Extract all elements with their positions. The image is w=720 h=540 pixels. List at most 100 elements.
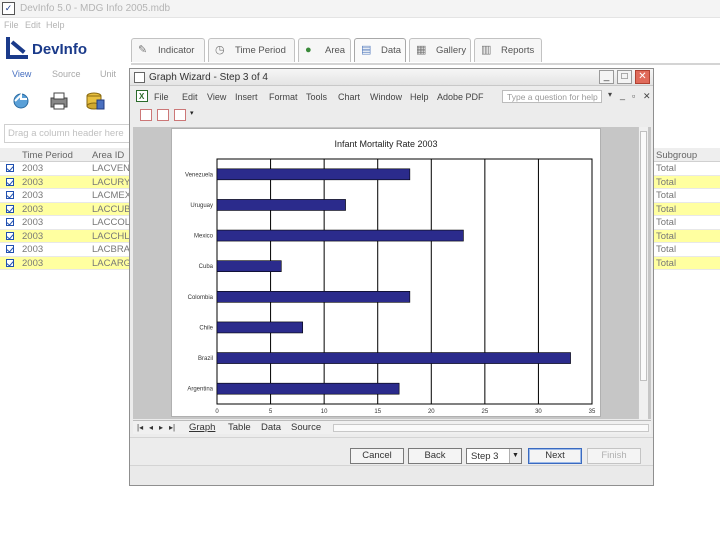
pdf-convert-icon[interactable]: [140, 109, 152, 121]
cell-area-id: LACCUB: [92, 203, 131, 215]
subnav-unit[interactable]: Unit: [100, 69, 116, 79]
sheet-tab-source[interactable]: Source: [291, 422, 321, 433]
row-checkbox[interactable]: [6, 218, 14, 226]
subgroup-column: Subgroup Total Total Total Total Total Total T…: [654, 148, 720, 270]
menu-file[interactable]: File: [4, 20, 19, 30]
gallery-icon: ▦: [416, 44, 427, 56]
table-row[interactable]: 2003 LACBRA: [0, 243, 130, 257]
bar: [216, 382, 400, 395]
tab-time-period[interactable]: ◷ Time Period: [208, 38, 295, 62]
excel-menu-tools[interactable]: Tools: [306, 92, 327, 102]
tab-indicator[interactable]: ✎ Indicator: [131, 38, 205, 62]
refresh-icon[interactable]: [9, 91, 31, 111]
excel-menu-chart[interactable]: Chart: [338, 92, 360, 102]
row-checkbox[interactable]: [6, 164, 14, 172]
help-dropdown-icon[interactable]: ▾: [608, 90, 612, 99]
chart-workspace: Infant Mortality Rate 2003 Venezuela Urug…: [133, 127, 651, 419]
excel-menu-adobe-pdf[interactable]: Adobe PDF: [437, 92, 484, 102]
horizontal-scrollbar[interactable]: [333, 424, 649, 432]
next-sheet-icon[interactable]: ▸: [159, 423, 163, 432]
logo-text: DevInfo: [32, 41, 88, 58]
column-header-area-id[interactable]: Area ID: [92, 150, 124, 161]
tab-reports[interactable]: ▥ Reports: [474, 38, 542, 62]
table-row[interactable]: 2003 LACCHL: [0, 229, 130, 243]
scrollbar-thumb[interactable]: [640, 131, 647, 381]
data-subnav: View Source Unit: [0, 66, 128, 82]
table-row[interactable]: 2003 LACCUB: [0, 202, 131, 216]
tab-data[interactable]: ▤ Data: [354, 38, 406, 62]
excel-minimize-icon[interactable]: _: [620, 90, 625, 100]
first-sheet-icon[interactable]: |◂: [137, 423, 143, 432]
excel-menu-edit[interactable]: Edit: [182, 92, 198, 102]
menu-help[interactable]: Help: [46, 20, 65, 30]
tab-label: Gallery: [436, 45, 467, 56]
column-header-subgroup[interactable]: Subgroup: [656, 150, 697, 161]
row-checkbox[interactable]: [6, 245, 14, 253]
table-row[interactable]: 2003 LACURY: [0, 175, 130, 189]
tab-area[interactable]: ● Area: [298, 38, 351, 62]
back-button[interactable]: Back: [408, 448, 462, 464]
table-row[interactable]: 2003 LACCOL: [0, 216, 130, 230]
minimize-icon[interactable]: _: [599, 70, 614, 84]
grouping-bar[interactable]: Drag a column header here: [4, 124, 130, 143]
chevron-down-icon[interactable]: ▼: [509, 449, 521, 463]
toolbar-options-icon[interactable]: ▾: [190, 109, 194, 117]
table-row[interactable]: Total: [654, 202, 720, 216]
table-row[interactable]: Total: [654, 175, 720, 189]
prev-sheet-icon[interactable]: ◂: [149, 423, 153, 432]
subnav-view[interactable]: View: [12, 69, 31, 79]
last-sheet-icon[interactable]: ▸|: [169, 423, 175, 432]
excel-menu-window[interactable]: Window: [370, 92, 402, 102]
category-label: Cuba: [199, 264, 214, 270]
excel-menu-format[interactable]: Format: [269, 92, 298, 102]
row-checkbox[interactable]: [6, 191, 14, 199]
close-icon[interactable]: ✕: [635, 70, 650, 84]
table-row[interactable]: Total: [654, 229, 720, 243]
table-row[interactable]: 2003 LACVEN: [0, 162, 130, 176]
tab-label: Data: [381, 45, 402, 56]
sheet-tab-graph[interactable]: Graph: [189, 422, 215, 433]
x-tick-label: 5: [269, 409, 273, 415]
chart-sheet[interactable]: Infant Mortality Rate 2003 Venezuela Urug…: [171, 128, 601, 417]
excel-close-icon[interactable]: ✕: [643, 91, 651, 102]
table-row[interactable]: 2003 LACMEX: [0, 189, 131, 203]
maximize-icon[interactable]: □: [617, 70, 632, 84]
cancel-button[interactable]: Cancel: [350, 448, 404, 464]
database-icon[interactable]: [84, 91, 106, 111]
clock-icon: ◷: [215, 44, 225, 56]
excel-menu-file[interactable]: File: [154, 92, 169, 102]
excel-menu-view[interactable]: View: [207, 92, 226, 102]
print-icon[interactable]: [48, 91, 70, 111]
subnav-source[interactable]: Source: [52, 69, 81, 79]
column-header-time-period[interactable]: Time Period: [22, 150, 73, 161]
finish-button: Finish: [587, 448, 641, 464]
pdf-email-icon[interactable]: [157, 109, 169, 121]
table-row[interactable]: Total: [654, 162, 720, 176]
table-row[interactable]: Total: [654, 189, 720, 203]
pdf-review-icon[interactable]: [174, 109, 186, 121]
excel-restore-icon[interactable]: ▫: [632, 91, 635, 101]
sheet-tab-table[interactable]: Table: [228, 422, 251, 433]
table-row[interactable]: Total: [654, 256, 720, 270]
excel-menu-help[interactable]: Help: [410, 92, 429, 102]
svg-text:X: X: [139, 92, 145, 101]
wizard-titlebar: Graph Wizard - Step 3 of 4 _ □ ✕: [130, 69, 653, 86]
help-question-input[interactable]: Type a question for help: [502, 90, 602, 103]
vertical-scrollbar[interactable]: [638, 127, 648, 419]
row-checkbox[interactable]: [6, 231, 14, 240]
table-row[interactable]: 2003 LACARG: [0, 256, 131, 270]
tab-gallery[interactable]: ▦ Gallery: [409, 38, 471, 62]
excel-icon: X: [136, 90, 148, 102]
row-checkbox[interactable]: [6, 258, 14, 267]
table-row[interactable]: Total: [654, 216, 720, 230]
next-button[interactable]: Next: [528, 448, 582, 464]
excel-menu-insert[interactable]: Insert: [235, 92, 258, 102]
x-tick-label: 35: [589, 409, 596, 415]
x-tick-label: 25: [482, 409, 489, 415]
step-select[interactable]: Step 3 ▼: [466, 448, 522, 464]
row-checkbox[interactable]: [6, 177, 14, 186]
row-checkbox[interactable]: [6, 204, 14, 213]
sheet-tab-data[interactable]: Data: [261, 422, 281, 433]
table-row[interactable]: Total: [654, 243, 720, 257]
menu-edit[interactable]: Edit: [25, 20, 41, 30]
